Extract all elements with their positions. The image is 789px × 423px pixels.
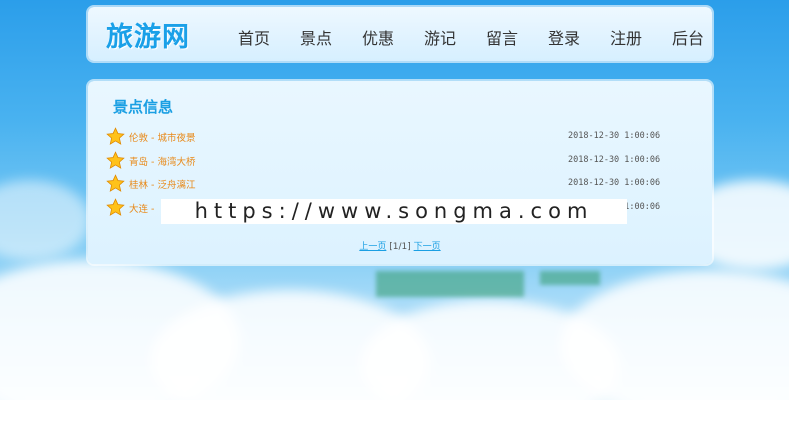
list-item: 青岛 - 海湾大桥 2018-12-30 1:00:06	[106, 149, 686, 173]
attraction-link[interactable]: 桂林 - 泛舟漓江	[129, 177, 195, 191]
main-nav: 首页 景点 优惠 游记 留言 登录 注册 后台	[223, 25, 719, 49]
star-icon	[106, 127, 125, 145]
nav-item-deals[interactable]: 优惠	[347, 25, 409, 49]
item-timestamp: 2018-12-30 1:00:06	[568, 131, 661, 141]
cloud	[0, 180, 90, 260]
prev-page-link[interactable]: 上一页	[359, 242, 386, 252]
list-item: 桂林 - 泛舟漓江 2018-12-30 1:00:06	[106, 172, 686, 196]
panel-title: 景点信息	[113, 98, 174, 116]
watermark-overlay: https://www.songma.com	[161, 199, 627, 224]
nav-item-travelogues[interactable]: 游记	[409, 25, 471, 49]
star-icon	[106, 150, 125, 169]
item-timestamp: 2018-12-30 1:00:06	[568, 154, 661, 165]
nav-item-admin[interactable]: 后台	[657, 25, 719, 49]
nav-item-register[interactable]: 注册	[595, 25, 657, 49]
attractions-panel: 景点信息 伦敦 - 城市夜景 2018-12-30 1:00:06 青岛 - 海…	[88, 81, 712, 264]
site-logo[interactable]: 旅游网	[106, 15, 190, 54]
pagination: 上一页 [1/1] 下一页	[88, 239, 712, 252]
page-indicator: [1/1]	[389, 242, 411, 252]
nav-item-messages[interactable]: 留言	[471, 25, 533, 49]
site-header: 旅游网 首页 景点 优惠 游记 留言 登录 注册 后台	[88, 7, 712, 61]
star-icon	[106, 197, 125, 216]
attraction-link[interactable]: 伦敦 - 城市夜景	[129, 130, 195, 144]
nav-item-home[interactable]: 首页	[223, 25, 285, 49]
blurred-block	[376, 271, 524, 297]
next-page-link[interactable]: 下一页	[414, 242, 441, 252]
cloud	[560, 270, 789, 400]
item-timestamp: 2018-12-30 1:00:06	[568, 178, 661, 188]
star-icon	[106, 174, 125, 192]
nav-item-login[interactable]: 登录	[533, 25, 595, 49]
list-item: 伦敦 - 城市夜景 2018-12-30 1:00:06	[106, 125, 686, 149]
nav-item-attractions[interactable]: 景点	[285, 25, 347, 49]
attraction-link[interactable]: 大连 -	[129, 201, 154, 215]
blurred-block	[540, 271, 600, 285]
attraction-link[interactable]: 青岛 - 海湾大桥	[129, 154, 195, 168]
